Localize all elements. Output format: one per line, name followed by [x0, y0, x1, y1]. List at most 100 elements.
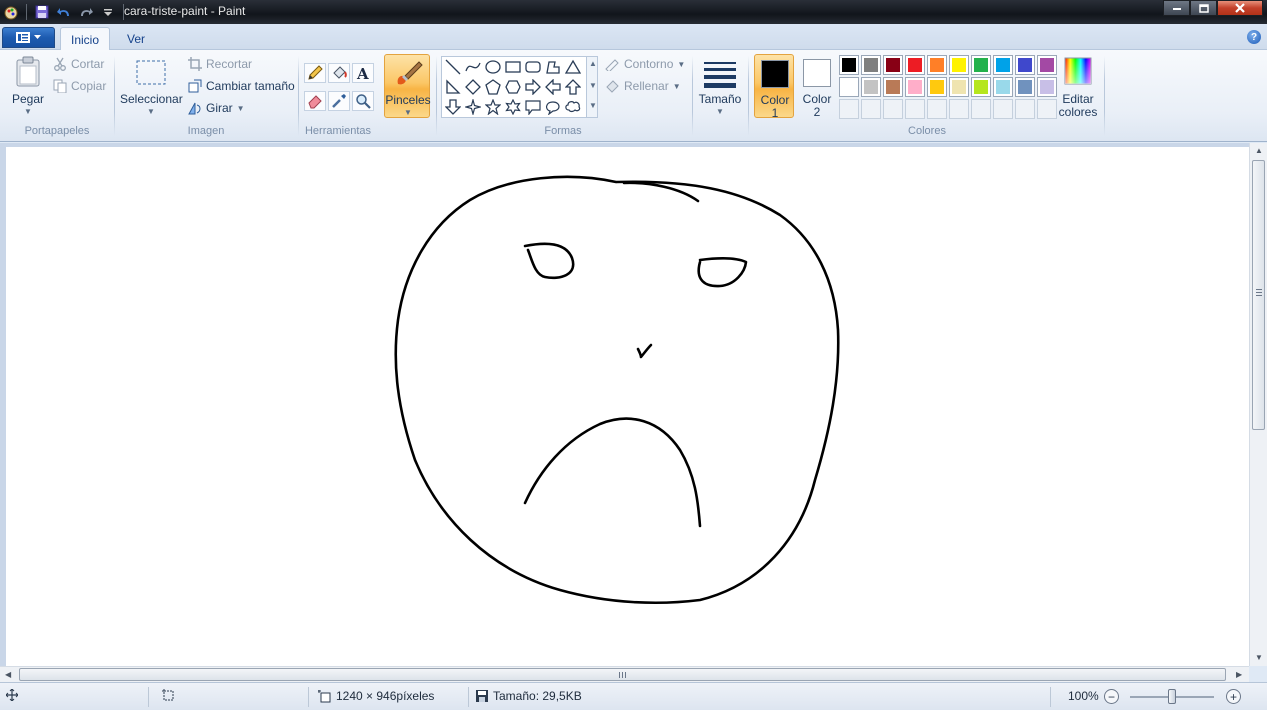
palette-swatch[interactable]	[861, 77, 881, 97]
select-button[interactable]: Seleccionar ▼	[120, 54, 183, 118]
cut-button[interactable]: Cortar	[53, 57, 104, 71]
shape-triangle[interactable]	[563, 57, 583, 77]
color-picker-tool[interactable]	[328, 91, 350, 111]
palette-swatch[interactable]	[1015, 77, 1035, 97]
zoom-out-button[interactable]: −	[1104, 689, 1119, 704]
palette-swatch[interactable]	[861, 55, 881, 75]
horizontal-scroll-thumb[interactable]	[19, 668, 1226, 681]
palette-swatch[interactable]	[949, 55, 969, 75]
palette-empty-slot[interactable]	[927, 99, 947, 119]
shape-oval[interactable]	[483, 57, 503, 77]
gallery-scroll-up[interactable]: ▲	[589, 59, 597, 68]
palette-swatch[interactable]	[839, 55, 859, 75]
palette-swatch[interactable]	[1037, 77, 1057, 97]
close-button[interactable]	[1217, 0, 1263, 16]
paste-button[interactable]: Pegar ▼	[8, 54, 48, 118]
palette-empty-slot[interactable]	[905, 99, 925, 119]
fill-tool[interactable]	[328, 63, 350, 83]
shapes-gallery-scroll[interactable]: ▲ ▼ ▼	[586, 57, 597, 117]
palette-empty-slot[interactable]	[839, 99, 859, 119]
palette-swatch[interactable]	[927, 55, 947, 75]
shape-up-arrow[interactable]	[563, 77, 583, 97]
size-button[interactable]: Tamaño ▼	[697, 54, 743, 118]
shape-left-arrow[interactable]	[543, 77, 563, 97]
palette-swatch[interactable]	[927, 77, 947, 97]
pencil-tool[interactable]	[304, 63, 326, 83]
scroll-right-arrow-icon[interactable]: ▶	[1236, 670, 1242, 679]
palette-swatch[interactable]	[1037, 55, 1057, 75]
application-menu-button[interactable]	[2, 27, 55, 48]
fill-button[interactable]: Rellenar ▼	[604, 79, 681, 93]
minimize-button[interactable]	[1163, 0, 1190, 16]
tab-inicio[interactable]: Inicio	[60, 27, 110, 50]
shape-cloud-callout[interactable]	[563, 97, 583, 117]
color-1-button[interactable]: Color 1	[754, 54, 794, 120]
palette-empty-slot[interactable]	[993, 99, 1013, 119]
shape-rect-callout[interactable]	[523, 97, 543, 117]
palette-swatch[interactable]	[993, 55, 1013, 75]
shape-six-point-star[interactable]	[503, 97, 523, 117]
shape-right-arrow[interactable]	[523, 77, 543, 97]
palette-swatch[interactable]	[883, 77, 903, 97]
gallery-expand[interactable]: ▼	[589, 101, 597, 110]
palette-empty-slot[interactable]	[1037, 99, 1057, 119]
vertical-scroll-thumb[interactable]	[1252, 160, 1265, 430]
scroll-down-arrow-icon[interactable]: ▼	[1255, 653, 1263, 662]
resize-button[interactable]: Cambiar tamaño	[188, 79, 295, 93]
tab-ver[interactable]: Ver	[117, 27, 155, 50]
vertical-scrollbar[interactable]: ▲ ▼	[1249, 143, 1267, 666]
shape-line[interactable]	[443, 57, 463, 77]
scroll-left-arrow-icon[interactable]: ◀	[5, 670, 11, 679]
file-size-text: Tamaño: 29,5KB	[493, 689, 582, 703]
help-icon[interactable]: ?	[1247, 30, 1261, 44]
shape-diamond[interactable]	[463, 77, 483, 97]
magnifier-tool[interactable]	[352, 91, 374, 111]
palette-empty-slot[interactable]	[949, 99, 969, 119]
palette-swatch[interactable]	[905, 77, 925, 97]
palette-empty-slot[interactable]	[1015, 99, 1035, 119]
shape-polygon[interactable]	[543, 57, 563, 77]
palette-empty-slot[interactable]	[971, 99, 991, 119]
redo-icon[interactable]	[77, 3, 95, 21]
zoom-slider-thumb[interactable]	[1168, 689, 1176, 704]
shape-four-point-star[interactable]	[463, 97, 483, 117]
shape-hexagon[interactable]	[503, 77, 523, 97]
maximize-button[interactable]	[1190, 0, 1217, 16]
shape-rectangle[interactable]	[503, 57, 523, 77]
palette-swatch[interactable]	[1015, 55, 1035, 75]
paint-app-icon[interactable]	[2, 3, 20, 21]
rotate-button[interactable]: Girar ▼	[188, 101, 245, 115]
shape-rounded-rectangle[interactable]	[523, 57, 543, 77]
palette-swatch[interactable]	[883, 55, 903, 75]
gallery-scroll-down[interactable]: ▼	[589, 81, 597, 90]
customize-qat-icon[interactable]	[99, 3, 117, 21]
zoom-in-button[interactable]: +	[1226, 689, 1241, 704]
undo-icon[interactable]	[55, 3, 73, 21]
eraser-tool[interactable]	[304, 91, 326, 111]
palette-swatch[interactable]	[949, 77, 969, 97]
palette-swatch[interactable]	[993, 77, 1013, 97]
palette-swatch[interactable]	[971, 77, 991, 97]
shape-curve[interactable]	[463, 57, 483, 77]
shape-down-arrow[interactable]	[443, 97, 463, 117]
outline-button[interactable]: Contorno ▼	[604, 57, 685, 71]
shape-right-triangle[interactable]	[443, 77, 463, 97]
palette-empty-slot[interactable]	[883, 99, 903, 119]
horizontal-scrollbar[interactable]: ◀ ▶	[0, 666, 1249, 682]
color-2-button[interactable]: Color 2	[797, 54, 837, 119]
palette-swatch[interactable]	[971, 55, 991, 75]
palette-empty-slot[interactable]	[861, 99, 881, 119]
save-icon[interactable]	[33, 3, 51, 21]
text-tool[interactable]: A	[352, 63, 374, 83]
scroll-up-arrow-icon[interactable]: ▲	[1255, 146, 1263, 155]
palette-swatch[interactable]	[839, 77, 859, 97]
drawing-canvas[interactable]	[6, 147, 1249, 666]
palette-swatch[interactable]	[905, 55, 925, 75]
shape-five-point-star[interactable]	[483, 97, 503, 117]
copy-button[interactable]: Copiar	[53, 79, 106, 93]
crop-button[interactable]: Recortar	[188, 57, 252, 71]
shape-oval-callout[interactable]	[543, 97, 563, 117]
shape-pentagon[interactable]	[483, 77, 503, 97]
edit-colors-button[interactable]: Editar colores	[1058, 54, 1098, 119]
brushes-button[interactable]: Pinceles ▼	[384, 54, 431, 118]
